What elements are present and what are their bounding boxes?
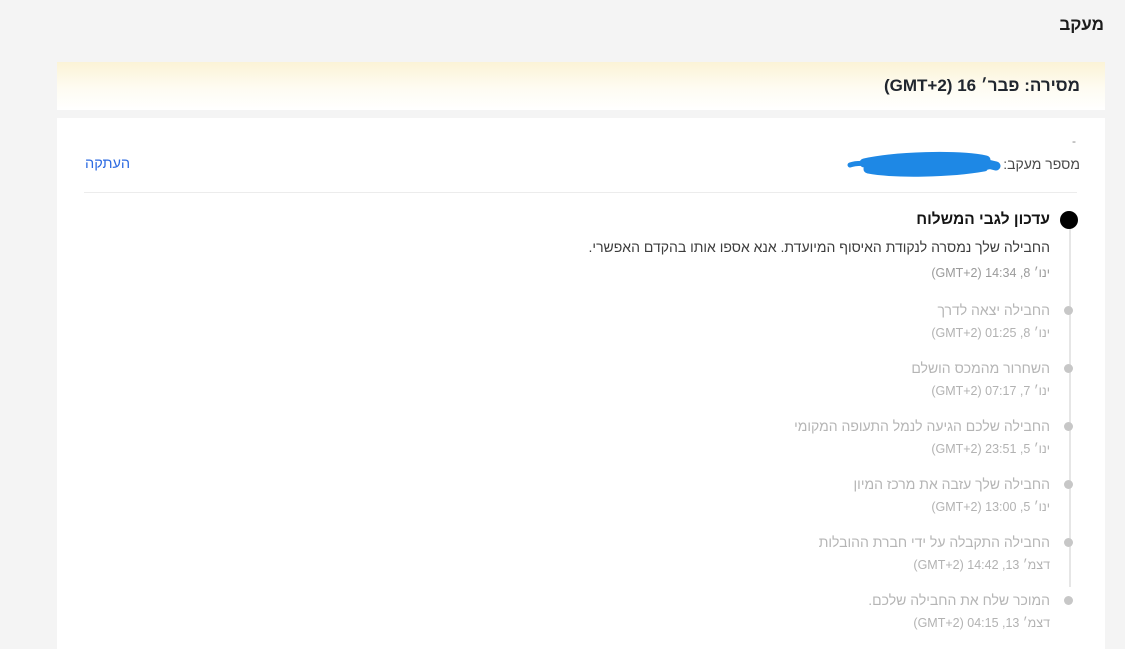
shipment-timeline: עדכון לגבי המשלוח החבילה שלך נמסרה לנקוד…: [57, 193, 1105, 631]
event-title: החבילה התקבלה על ידי חברת ההובלות: [818, 534, 1050, 550]
delivery-estimate-banner: מסירה: פבר׳ 16 (GMT+2): [57, 62, 1105, 110]
event-timestamp: ינו׳ 8, 14:34 (GMT+2): [931, 266, 1050, 280]
copy-tracking-number-link[interactable]: העתקה: [85, 156, 130, 172]
event-timestamp: דצמ׳ 13, 04:15 (GMT+2): [913, 616, 1050, 630]
timeline-dot-icon: [1060, 211, 1078, 229]
tracking-number-label: מספר מעקב:: [1003, 156, 1080, 172]
event-timestamp: ינו׳ 8, 01:25 (GMT+2): [931, 326, 1050, 340]
timeline-event: המוכר שלח את החבילה שלכם. דצמ׳ 13, 04:15…: [85, 592, 1073, 631]
event-title: החבילה שלכם הגיעה לנמל התעופה המקומי: [794, 418, 1050, 434]
event-timestamp: דצמ׳ 13, 14:42 (GMT+2): [913, 558, 1050, 572]
event-timestamp: ינו׳ 5, 23:51 (GMT+2): [931, 442, 1050, 456]
timeline-event: החבילה שלכם הגיעה לנמל התעופה המקומי ינו…: [85, 418, 1073, 457]
timeline-dot-icon: [1064, 480, 1073, 489]
timeline-event: החבילה התקבלה על ידי חברת ההובלות דצמ׳ 1…: [85, 534, 1073, 573]
event-title: המוכר שלח את החבילה שלכם.: [868, 592, 1050, 608]
timeline-dot-icon: [1064, 538, 1073, 547]
timeline-event: החבילה שלך עזבה את מרכז המיון ינו׳ 5, 13…: [85, 476, 1073, 515]
timeline-event: החבילה יצאה לדרך ינו׳ 8, 01:25 (GMT+2): [85, 302, 1073, 341]
event-title: החבילה יצאה לדרך: [937, 302, 1050, 318]
redacted-tracking-number-scribble: [847, 151, 1001, 177]
timeline-events: עדכון לגבי המשלוח החבילה שלך נמסרה לנקוד…: [85, 211, 1078, 631]
tracking-number-row: מספר מעקב: העתקה: [57, 144, 1105, 178]
page-title: מעקב: [1059, 15, 1104, 34]
timeline-event: השחרור מהמכס הושלם ינו׳ 7, 07:17 (GMT+2): [85, 360, 1073, 399]
event-timestamp: ינו׳ 5, 13:00 (GMT+2): [931, 500, 1050, 514]
timeline-dot-icon: [1064, 422, 1073, 431]
tracking-card: - מספר מעקב: העתקה עדכון לגבי המשלוח החב…: [57, 118, 1105, 649]
timeline-dot-icon: [1064, 596, 1073, 605]
event-timestamp: ינו׳ 7, 07:17 (GMT+2): [931, 384, 1050, 398]
event-title: עדכון לגבי המשלוח: [916, 211, 1050, 228]
event-title: החבילה שלך עזבה את מרכז המיון: [853, 476, 1050, 492]
timeline-dot-icon: [1064, 364, 1073, 373]
timeline-event: עדכון לגבי המשלוח החבילה שלך נמסרה לנקוד…: [85, 211, 1078, 281]
delivery-estimate-text: מסירה: פבר׳ 16 (GMT+2): [883, 76, 1080, 95]
tracking-number-group: מספר מעקב:: [846, 150, 1080, 178]
timeline-dot-icon: [1064, 306, 1073, 315]
placeholder-dash: -: [1072, 134, 1076, 148]
timeline-connector-line: [1069, 225, 1071, 587]
event-title: השחרור מהמכס הושלם: [911, 360, 1050, 376]
event-description: החבילה שלך נמסרה לנקודת האיסוף המיועדת. …: [588, 239, 1050, 255]
